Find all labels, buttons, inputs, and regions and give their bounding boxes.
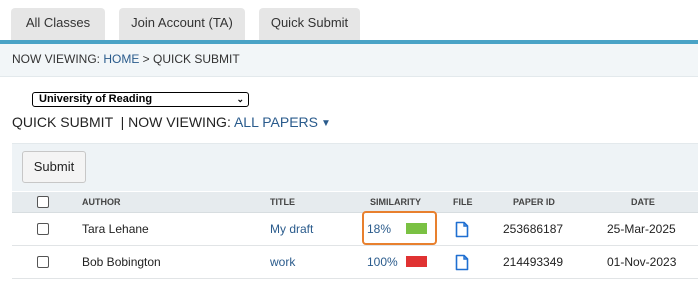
breadcrumb-separator: > [139,52,154,66]
row-checkbox[interactable] [37,256,49,268]
all-papers-filter[interactable]: ALL PAPERS [234,114,318,130]
view-filter-line: QUICK SUBMIT | NOW VIEWING: ALL PAPERS ▼ [12,114,331,130]
column-date[interactable]: DATE [631,197,655,207]
tab-join-account-ta[interactable]: Join Account (TA) [119,8,245,40]
author-name: Tara Lehane [82,222,149,236]
column-title[interactable]: TITLE [270,197,295,207]
paper-id: 253686187 [503,222,564,236]
action-bar: Submit [12,143,698,191]
breadcrumb-home-link[interactable]: HOME [103,52,139,66]
tab-all-classes[interactable]: All Classes [11,8,105,40]
breadcrumb-current: QUICK SUBMIT [153,52,240,66]
author-name: Bob Bobington [82,255,161,269]
submission-date: 25-Mar-2025 [607,222,676,236]
top-tab-bar: All Classes Join Account (TA) Quick Subm… [0,0,698,40]
column-similarity[interactable]: SIMILARITY [370,197,421,207]
table-row: Tara Lehane My draft 18% 253686187 25-Ma… [12,213,698,246]
caret-down-icon[interactable]: ▼ [321,118,331,129]
document-icon[interactable] [455,221,469,238]
paper-title-link[interactable]: work [270,255,295,269]
column-author[interactable]: AUTHOR [82,197,121,207]
submit-button[interactable]: Submit [22,151,86,183]
table-row: Bob Bobington work 100% 214493349 01-Nov… [12,246,698,279]
similarity-highlight-box [362,211,437,245]
document-icon[interactable] [455,254,469,271]
paper-id: 214493349 [503,255,564,269]
institution-select[interactable]: University of Reading ⌄ [32,92,249,107]
similarity-score-link[interactable]: 100% [367,255,398,269]
view-line-label: QUICK SUBMIT | NOW VIEWING: [12,114,234,130]
column-paper-id[interactable]: PAPER ID [513,197,555,207]
table-header: AUTHOR TITLE SIMILARITY FILE PAPER ID DA… [12,192,698,213]
breadcrumb: NOW VIEWING: HOME > QUICK SUBMIT [0,44,698,77]
tab-quick-submit[interactable]: Quick Submit [259,8,360,40]
select-all-checkbox[interactable] [37,196,49,208]
submission-date: 01-Nov-2023 [607,255,677,269]
institution-select-value: University of Reading [39,93,153,105]
breadcrumb-prefix: NOW VIEWING: [12,52,104,66]
paper-title-link[interactable]: My draft [270,222,313,236]
similarity-color-bar[interactable] [406,256,427,267]
chevron-down-icon: ⌄ [236,94,244,104]
column-file: FILE [453,197,473,207]
row-checkbox[interactable] [37,223,49,235]
